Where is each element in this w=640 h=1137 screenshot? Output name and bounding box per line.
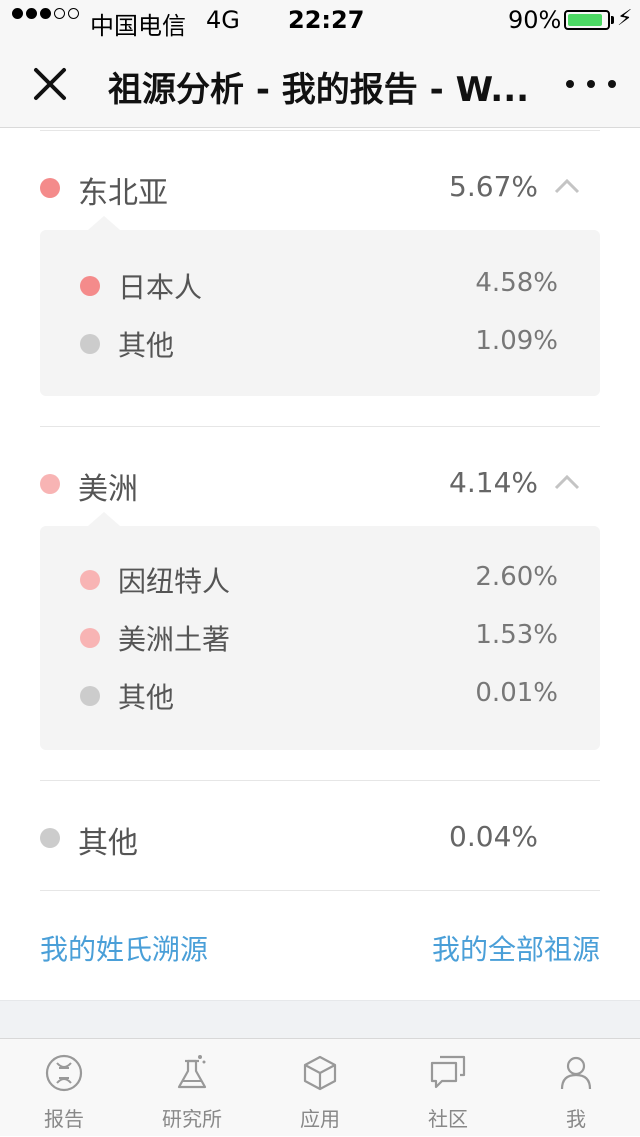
close-icon	[34, 68, 66, 100]
status-time: 22:27	[288, 6, 365, 34]
tab-label: 研究所	[162, 1107, 222, 1131]
subregion-percent: 1.09%	[475, 326, 558, 356]
subregion-percent: 1.53%	[475, 620, 558, 650]
ancestry-links: 我的姓氏溯源 我的全部祖源	[40, 928, 600, 968]
subregion-row: 日本人 4.58%	[40, 260, 600, 310]
subregion-percent: 4.58%	[475, 268, 558, 298]
subregion-row: 其他 0.01%	[40, 670, 600, 720]
tab-label: 我	[566, 1107, 586, 1131]
subregion-color-dot	[80, 276, 100, 296]
subregion-color-dot	[80, 628, 100, 648]
subregion-panel-americas: 因纽特人 2.60% 美洲土著 1.53% 其他 0.01%	[40, 512, 600, 750]
region-color-dot	[40, 474, 60, 494]
bottom-tab-bar: 报告 研究所 应用 社区 我	[0, 1038, 640, 1136]
region-percent: 5.67%	[449, 170, 538, 203]
region-row-other[interactable]: 其他 0.04%	[40, 808, 600, 868]
tab-label: 应用	[300, 1107, 340, 1131]
subregion-name: 因纽特人	[118, 565, 231, 598]
subregion-color-dot	[80, 334, 100, 354]
region-name: 其他	[78, 826, 138, 861]
tab-report[interactable]: 报告	[0, 1039, 128, 1137]
subregion-name: 美洲土著	[118, 623, 231, 656]
tab-community[interactable]: 社区	[384, 1039, 512, 1137]
chat-icon	[430, 1055, 466, 1089]
section-separator	[0, 1000, 640, 1038]
region-row-northeast-asia[interactable]: 东北亚 5.67%	[40, 158, 600, 218]
chevron-up-icon[interactable]	[552, 172, 582, 202]
tab-apps[interactable]: 应用	[256, 1039, 384, 1137]
subregion-name: 其他	[118, 329, 175, 362]
carrier-name: 中国电信	[90, 12, 186, 40]
region-row-americas[interactable]: 美洲 4.14%	[40, 454, 600, 514]
more-options-button[interactable]	[566, 74, 616, 94]
chevron-up-icon[interactable]	[552, 468, 582, 498]
divider	[40, 426, 600, 427]
subregion-color-dot	[80, 686, 100, 706]
region-color-dot	[40, 828, 60, 848]
battery-icon	[564, 10, 614, 30]
status-bar: 中国电信 4G 22:27 90% ⚡	[0, 0, 640, 40]
ancestry-content: 东北亚 5.67% 日本人 4.58% 其他 1.09% 美洲 4.14% 因纽…	[0, 128, 640, 1002]
region-percent: 0.04%	[449, 820, 538, 853]
flask-icon	[177, 1055, 207, 1089]
divider	[40, 890, 600, 891]
subregion-panel-northeast-asia: 日本人 4.58% 其他 1.09%	[40, 216, 600, 396]
region-percent: 4.14%	[449, 466, 538, 499]
charging-icon: ⚡	[617, 6, 633, 31]
dna-icon	[45, 1054, 83, 1092]
person-icon	[560, 1056, 592, 1090]
close-button[interactable]	[28, 62, 72, 106]
tab-label: 社区	[428, 1107, 468, 1131]
region-color-dot	[40, 178, 60, 198]
subregion-row: 因纽特人 2.60%	[40, 554, 600, 604]
divider	[40, 130, 600, 131]
tab-label: 报告	[44, 1107, 84, 1131]
network-type: 4G	[206, 6, 240, 34]
page-title: 祖源分析 - 我的报告 - W...	[108, 70, 530, 110]
more-dots-icon	[566, 80, 574, 88]
battery-percent: 90%	[508, 6, 562, 34]
surname-origin-link[interactable]: 我的姓氏溯源	[40, 928, 208, 968]
subregion-percent: 0.01%	[475, 678, 558, 708]
divider	[40, 780, 600, 781]
subregion-row: 美洲土著 1.53%	[40, 612, 600, 662]
subregion-name: 其他	[118, 681, 175, 714]
nav-bar: 祖源分析 - 我的报告 - W...	[0, 40, 640, 128]
subregion-row: 其他 1.09%	[40, 318, 600, 368]
subregion-percent: 2.60%	[475, 562, 558, 592]
region-name: 美洲	[78, 472, 138, 507]
all-ancestry-link[interactable]: 我的全部祖源	[432, 928, 600, 968]
region-name: 东北亚	[78, 176, 168, 211]
cube-icon	[303, 1055, 337, 1091]
subregion-name: 日本人	[118, 271, 203, 304]
tab-me[interactable]: 我	[512, 1039, 640, 1137]
signal-strength-icon	[12, 8, 79, 19]
tab-research[interactable]: 研究所	[128, 1039, 256, 1137]
subregion-color-dot	[80, 570, 100, 590]
